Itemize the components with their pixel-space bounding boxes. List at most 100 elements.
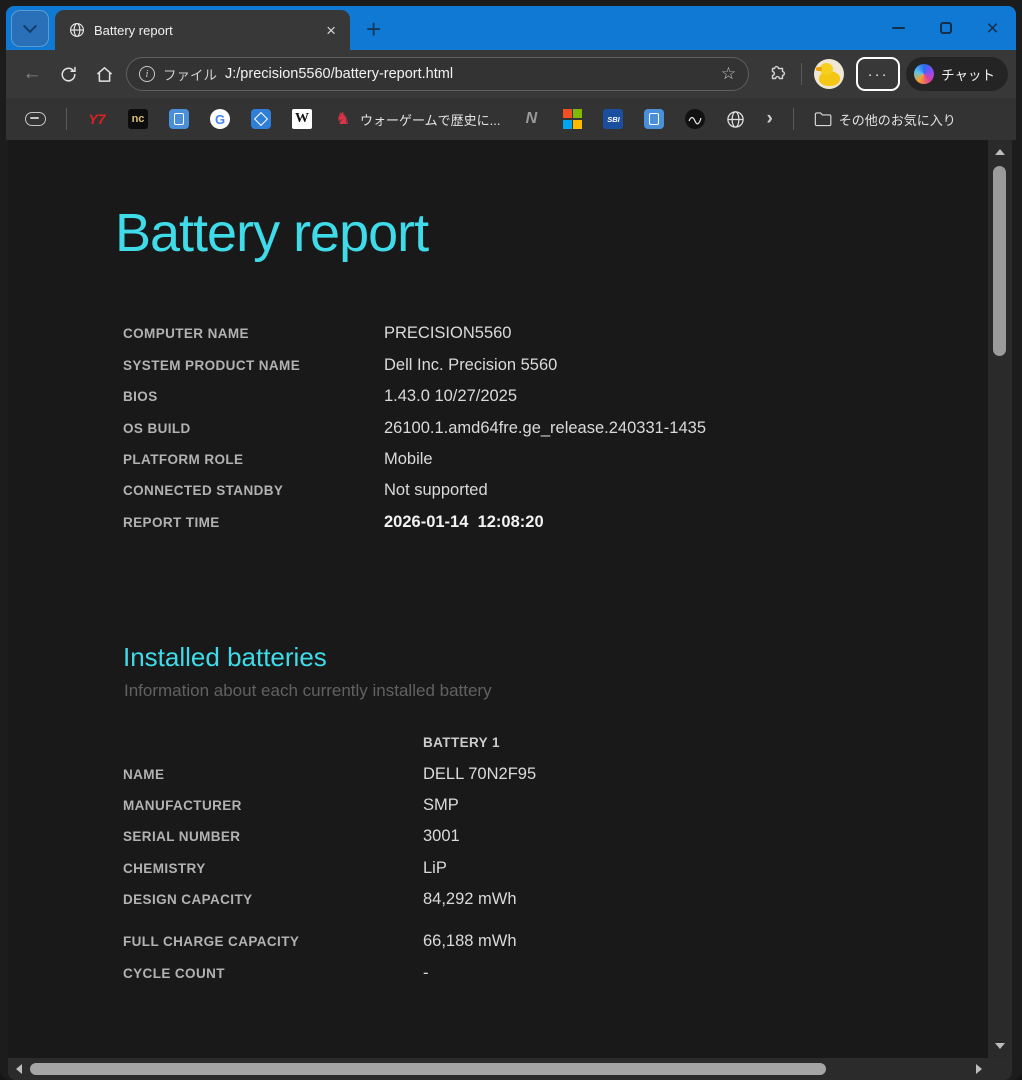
section-heading: Installed batteries: [123, 642, 988, 673]
bookmark-signature-site[interactable]: [678, 104, 712, 134]
page-title: Battery report: [115, 198, 988, 268]
globe-icon: [69, 22, 85, 38]
divider: [793, 108, 794, 130]
horizontal-scrollbar[interactable]: [8, 1058, 1012, 1080]
bookmark-globe-site[interactable]: [719, 104, 752, 134]
row-value: Mobile: [384, 450, 433, 469]
battery-table: BATTERY 1 NAME DELL 70N2F95 MANUFACTURER…: [123, 727, 988, 989]
bookmark-google[interactable]: G: [203, 104, 237, 134]
toolbar: ← i ファイル J:/precision5560/battery-report…: [6, 50, 1016, 98]
row-value: 3001: [423, 827, 460, 846]
tab-close-icon[interactable]: ×: [322, 20, 340, 41]
back-button[interactable]: ←: [14, 56, 50, 92]
home-button[interactable]: [86, 56, 122, 92]
vertical-scrollbar-thumb[interactable]: [993, 166, 1006, 356]
globe-icon: [726, 110, 745, 129]
bookmark-wikipedia[interactable]: W: [285, 104, 319, 134]
scroll-down-arrow-icon[interactable]: [995, 1043, 1005, 1049]
browser-window: Battery report × + × ←: [0, 0, 1022, 1080]
minimize-button[interactable]: [875, 6, 922, 50]
bookmark-wargame[interactable]: ♞ ウォーゲームで歴史に...: [326, 104, 507, 134]
home-icon: [95, 65, 114, 84]
bookmark-bank-1[interactable]: [162, 104, 196, 134]
row-label: MANUFACTURER: [123, 798, 423, 813]
content-area: Battery report COMPUTER NAME PRECISION55…: [8, 140, 1012, 1058]
refresh-button[interactable]: [50, 56, 86, 92]
bookmark-label: ウォーゲームで歴史に...: [360, 110, 500, 129]
row-label: SYSTEM PRODUCT NAME: [123, 358, 384, 373]
scroll-left-arrow-icon[interactable]: [16, 1064, 22, 1074]
row-value: DELL 70N2F95: [423, 765, 536, 784]
puzzle-icon: [767, 64, 787, 84]
copilot-label: チャット: [941, 64, 995, 84]
battery-column-header-row: BATTERY 1: [123, 727, 988, 758]
bookmark-nc[interactable]: nc: [121, 104, 155, 134]
row-value: 2026-01-14 12:08:20: [384, 513, 544, 532]
bank-favicon: [169, 109, 189, 129]
row-value: 84,292 mWh: [423, 890, 517, 909]
row-label: CHEMISTRY: [123, 861, 423, 876]
row-label: NAME: [123, 767, 423, 782]
row-label: SERIAL NUMBER: [123, 829, 423, 844]
bookmarks-overflow-button[interactable]: ›: [759, 104, 779, 134]
favorite-star-icon[interactable]: ☆: [721, 64, 736, 84]
table-row: FULL CHARGE CAPACITY 66,188 mWh: [123, 926, 988, 957]
scroll-up-arrow-icon[interactable]: [995, 149, 1005, 155]
other-favorites-button[interactable]: その他のお気に入り: [807, 104, 963, 134]
profile-avatar[interactable]: [814, 59, 844, 89]
bookmark-nikkei[interactable]: N: [514, 104, 548, 134]
row-label: REPORT TIME: [123, 515, 384, 530]
folder-icon: [814, 111, 832, 127]
window-controls: ×: [875, 6, 1016, 50]
battery-report-page: Battery report COMPUTER NAME PRECISION55…: [8, 140, 988, 1058]
bookmark-bank-2[interactable]: [637, 104, 671, 134]
row-value: 66,188 mWh: [423, 932, 517, 951]
title-bar: Battery report × + ×: [6, 6, 1016, 50]
tab-battery-report[interactable]: Battery report ×: [55, 10, 350, 50]
nc-favicon: nc: [128, 109, 148, 129]
collections-button[interactable]: [18, 104, 53, 134]
google-favicon: G: [210, 109, 230, 129]
horizontal-scrollbar-thumb[interactable]: [30, 1063, 826, 1075]
chevron-down-icon: [23, 19, 37, 33]
battery-column-header: BATTERY 1: [423, 735, 500, 750]
row-label: COMPUTER NAME: [123, 326, 384, 341]
site-info-icon[interactable]: i: [139, 66, 155, 82]
vertical-scrollbar[interactable]: [988, 140, 1012, 1058]
minimize-icon: [892, 27, 905, 30]
settings-more-button[interactable]: ···: [856, 57, 900, 91]
tab-list-dropdown-button[interactable]: [11, 10, 49, 47]
bookmark-yahoo[interactable]: Y7: [80, 104, 114, 134]
maximize-button[interactable]: [922, 6, 969, 50]
bookmark-sbi[interactable]: SBI: [596, 104, 630, 134]
divider: [801, 63, 802, 85]
url-text[interactable]: J:/precision5560/battery-report.html: [225, 66, 713, 82]
bookmark-grid-site[interactable]: [244, 104, 278, 134]
bank-favicon: [644, 109, 664, 129]
table-row: DESIGN CAPACITY 84,292 mWh: [123, 884, 988, 915]
scroll-right-arrow-icon[interactable]: [976, 1064, 982, 1074]
wikipedia-favicon: W: [292, 109, 312, 129]
row-value: PRECISION5560: [384, 324, 511, 343]
copilot-button[interactable]: チャット: [906, 57, 1008, 91]
table-row: CONNECTED STANDBY Not supported: [123, 475, 988, 506]
signature-favicon: [685, 109, 705, 129]
row-label: CYCLE COUNT: [123, 966, 423, 981]
new-tab-button[interactable]: +: [360, 14, 387, 44]
row-value: 1.43.0 10/27/2025: [384, 387, 517, 406]
bookmarks-bar: Y7 nc G W ♞ ウォーゲームで歴史に... N: [6, 98, 1016, 140]
row-value: Not supported: [384, 481, 488, 500]
extensions-button[interactable]: [759, 56, 795, 92]
row-value: -: [423, 964, 429, 983]
address-bar[interactable]: i ファイル J:/precision5560/battery-report.h…: [126, 57, 749, 91]
bookmark-microsoft[interactable]: [555, 104, 589, 134]
divider: [66, 108, 67, 130]
row-label: BIOS: [123, 389, 384, 404]
close-button[interactable]: ×: [969, 6, 1016, 50]
row-label: PLATFORM ROLE: [123, 452, 384, 467]
copilot-icon: [914, 64, 934, 84]
sbi-favicon: SBI: [603, 109, 623, 129]
row-label: CONNECTED STANDBY: [123, 483, 384, 498]
table-row: COMPUTER NAME PRECISION5560: [123, 318, 988, 349]
table-row: OS BUILD 26100.1.amd64fre.ge_release.240…: [123, 412, 988, 443]
